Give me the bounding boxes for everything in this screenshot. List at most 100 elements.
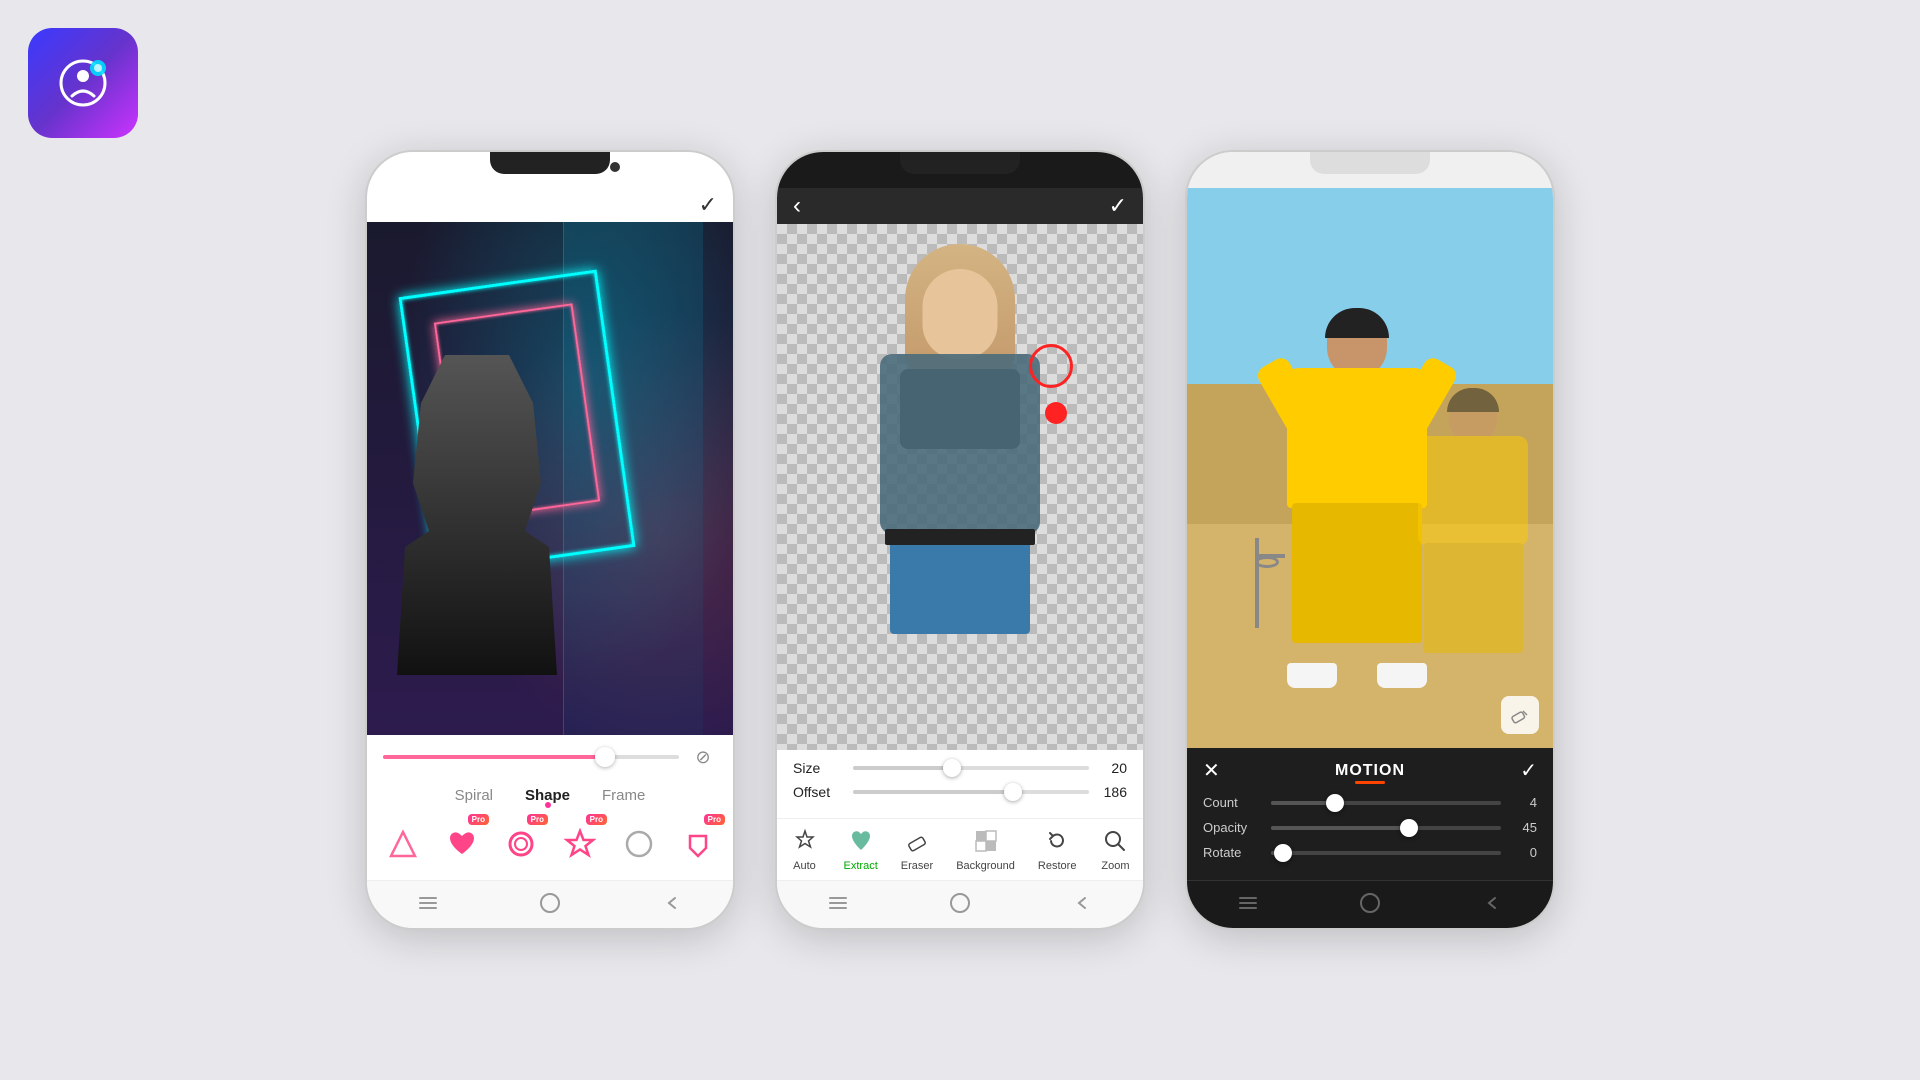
- size-slider-thumb[interactable]: [943, 759, 961, 777]
- tool-zoom[interactable]: Zoom: [1099, 825, 1131, 872]
- count-value: 4: [1509, 795, 1537, 810]
- phone2-check[interactable]: ✓: [1109, 193, 1127, 219]
- phone2-content: ‹ ✓: [777, 188, 1143, 880]
- phone2-back[interactable]: ‹: [793, 192, 801, 220]
- phone1-nav-back[interactable]: [658, 889, 686, 917]
- size-slider[interactable]: [853, 766, 1089, 770]
- size-label: Size: [793, 760, 845, 776]
- offset-slider[interactable]: [853, 790, 1089, 794]
- phone1-tab-row: Spiral Shape Frame: [367, 779, 733, 810]
- phone3-nav-back[interactable]: [1478, 889, 1506, 917]
- count-slider[interactable]: [1271, 801, 1501, 805]
- count-label: Count: [1203, 795, 1263, 810]
- rotate-label: Rotate: [1203, 845, 1263, 860]
- phone2-controls: Size 20 Offset 186: [777, 750, 1143, 818]
- shape-triangle[interactable]: [379, 818, 426, 870]
- phone3-notch-bar: [1187, 152, 1553, 188]
- motion-check-btn[interactable]: ✓: [1520, 758, 1537, 783]
- shape-circle-ring[interactable]: Pro: [497, 818, 544, 870]
- rotate-thumb[interactable]: [1274, 844, 1292, 862]
- motion-controls: Count 4 Opacity 45: [1187, 789, 1553, 880]
- restore-icon: [1041, 825, 1073, 857]
- phone2-nav-back[interactable]: [1068, 889, 1096, 917]
- phone1-check[interactable]: ✓: [699, 192, 717, 218]
- tool-eraser[interactable]: Eraser: [901, 825, 933, 872]
- motion-title-bar: ✕ MOTION ✓: [1187, 748, 1553, 789]
- offset-slider-fill: [853, 790, 1013, 794]
- phone-3: ✕ MOTION ✓ Count 4: [1185, 150, 1555, 930]
- phone1-nav-home[interactable]: [536, 889, 564, 917]
- red-circle-indicator: [1029, 344, 1073, 388]
- background-label: Background: [956, 860, 1015, 872]
- opacity-thumb[interactable]: [1400, 819, 1418, 837]
- phone3-nav-home[interactable]: [1356, 889, 1384, 917]
- phone3-eraser-btn[interactable]: [1501, 696, 1539, 734]
- offset-label: Offset: [793, 784, 845, 800]
- shape-circle-outline[interactable]: [615, 818, 662, 870]
- phones-container: ✓ ⊘ Spiral Shape Frame: [0, 0, 1920, 1080]
- phone2-notch: [900, 152, 1020, 174]
- offset-control-row: Offset 186: [793, 784, 1127, 800]
- phone1-top-bar: ✓: [367, 188, 733, 222]
- app-logo: [28, 28, 138, 138]
- ghost-person: [1403, 388, 1543, 688]
- phone1-erase-icon[interactable]: ⊘: [689, 743, 717, 771]
- phone2-nav-home[interactable]: [946, 889, 974, 917]
- tool-restore[interactable]: Restore: [1038, 825, 1077, 872]
- phone1-shapes-row: Pro Pro Pro Pro: [367, 810, 733, 880]
- tool-background[interactable]: Background: [956, 825, 1015, 872]
- eraser-label: Eraser: [901, 860, 933, 872]
- phone2-image-area: [777, 224, 1143, 750]
- phone1-notch: [490, 152, 610, 174]
- phone-2: ‹ ✓: [775, 150, 1145, 930]
- offset-value: 186: [1097, 784, 1127, 800]
- count-control: Count 4: [1203, 795, 1537, 810]
- shape-custom[interactable]: Pro: [674, 818, 721, 870]
- phone1-nav-menu[interactable]: [414, 889, 442, 917]
- shape-star[interactable]: Pro: [556, 818, 603, 870]
- eraser-icon: [901, 825, 933, 857]
- phone3-bottom-nav: [1187, 880, 1553, 928]
- shape-heart[interactable]: Pro: [438, 818, 485, 870]
- phone1-slider-track[interactable]: [383, 755, 679, 759]
- opacity-slider[interactable]: [1271, 826, 1501, 830]
- tool-auto[interactable]: Auto: [789, 825, 821, 872]
- hoop-pole: [1255, 538, 1259, 628]
- person-overlay: [777, 224, 1143, 750]
- phone1-notch-bar: [367, 152, 733, 188]
- extract-label: Extract: [844, 860, 878, 872]
- zoom-label: Zoom: [1101, 860, 1129, 872]
- phone1-bottom-nav: [367, 880, 733, 928]
- phone1-slider-fill: [383, 755, 605, 759]
- rotate-value: 0: [1509, 845, 1537, 860]
- phone2-tool-bar: Auto Extract Eraser: [777, 818, 1143, 880]
- tab-shape[interactable]: Shape: [525, 787, 570, 804]
- size-control-row: Size 20: [793, 760, 1127, 776]
- phone3-nav-menu[interactable]: [1234, 889, 1262, 917]
- rotate-control: Rotate 0: [1203, 845, 1537, 860]
- tab-spiral[interactable]: Spiral: [455, 787, 493, 804]
- phone2-top-bar: ‹ ✓: [777, 188, 1143, 224]
- opacity-control: Opacity 45: [1203, 820, 1537, 835]
- phone3-content: ✕ MOTION ✓ Count 4: [1187, 188, 1553, 880]
- opacity-value: 45: [1509, 820, 1537, 835]
- size-slider-fill: [853, 766, 952, 770]
- rotate-slider[interactable]: [1271, 851, 1501, 855]
- red-dot-indicator: [1045, 402, 1067, 424]
- phone1-notch-dot: [610, 162, 620, 172]
- phone1-slider-thumb[interactable]: [595, 747, 615, 767]
- count-thumb[interactable]: [1326, 794, 1344, 812]
- phone2-nav-menu[interactable]: [824, 889, 852, 917]
- motion-title: MOTION: [1335, 762, 1405, 780]
- motion-close-btn[interactable]: ✕: [1203, 758, 1220, 783]
- tab-frame[interactable]: Frame: [602, 787, 645, 804]
- phone2-notch-bar: [777, 152, 1143, 188]
- tool-extract[interactable]: Extract: [844, 825, 878, 872]
- opacity-fill: [1271, 826, 1409, 830]
- phone3-image-area: [1187, 188, 1553, 748]
- offset-slider-thumb[interactable]: [1004, 783, 1022, 801]
- phone1-slider-row: ⊘: [367, 735, 733, 779]
- phone1-image-area: [367, 222, 733, 735]
- auto-label: Auto: [793, 860, 816, 872]
- restore-label: Restore: [1038, 860, 1077, 872]
